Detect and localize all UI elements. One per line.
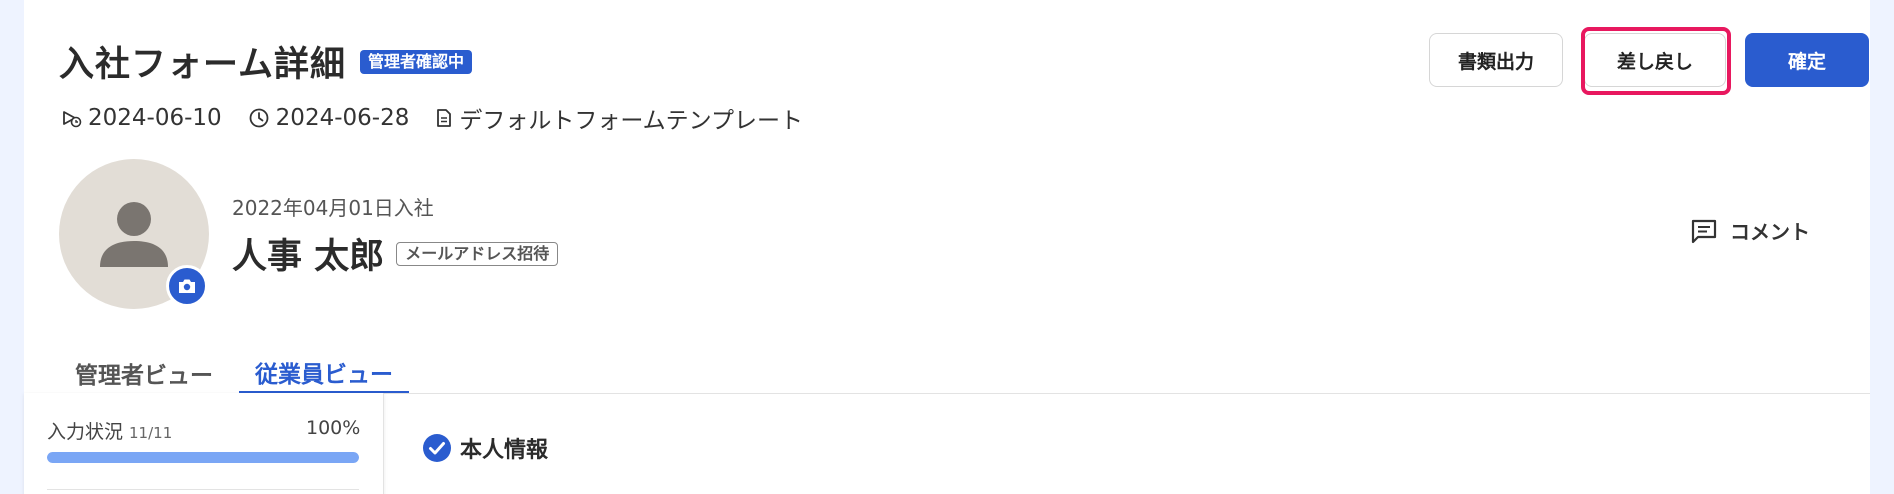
deadline-date-text: 2024-06-28 [275,105,410,131]
divider [47,489,359,490]
check-circle-icon [423,434,451,462]
change-photo-button[interactable] [166,265,208,307]
progress-label: 入力状況 11/11 [47,417,172,444]
template-name-text: デフォルトフォームテンプレート [459,108,803,134]
section-header: 本人情報 [422,432,548,464]
return-button[interactable]: 差し戻し [1584,33,1726,87]
employee-name: 人事 太郎 [232,237,385,277]
main-panel: 入社フォーム詳細 管理者確認中 2024-06-10 2024-06-28 デフ… [24,0,1870,494]
join-date: 2022年04月01日入社 [232,196,434,220]
sent-date-text: 2024-06-10 [88,105,222,131]
section-title: 本人情報 [460,438,549,463]
progress-count: 11/11 [129,424,173,442]
name-row: 人事 太郎 メールアドレス招待 [232,228,559,279]
sent-date: 2024-06-10 [62,105,222,131]
status-badge: 管理者確認中 [359,49,472,74]
send-clock-icon [63,111,82,128]
page-title: 入社フォーム詳細 [59,45,346,85]
comment-icon [1691,219,1717,243]
camera-icon [179,279,195,293]
deadline-date: 2024-06-28 [248,105,410,131]
progress-bar-fill [47,452,359,463]
progress-percent: 100% [306,417,361,439]
clock-icon [249,108,269,128]
template-name: デフォルトフォームテンプレート [435,101,803,135]
invite-badge: メールアドレス招待 [396,241,559,266]
progress-label-text: 入力状況 [47,421,124,443]
confirm-button[interactable]: 確定 [1745,33,1869,87]
comment-button[interactable]: コメント [1690,216,1810,245]
title-row: 入社フォーム詳細 管理者確認中 [59,36,472,87]
meta-row: 2024-06-10 2024-06-28 デフォルトフォームテンプレート [62,101,829,135]
export-documents-button[interactable]: 書類出力 [1429,33,1563,87]
progress-bar [47,452,359,463]
comment-label: コメント [1730,220,1810,244]
tab-admin-view[interactable]: 管理者ビュー [59,352,229,394]
tab-employee-view[interactable]: 従業員ビュー [239,352,409,394]
document-icon [437,109,452,127]
